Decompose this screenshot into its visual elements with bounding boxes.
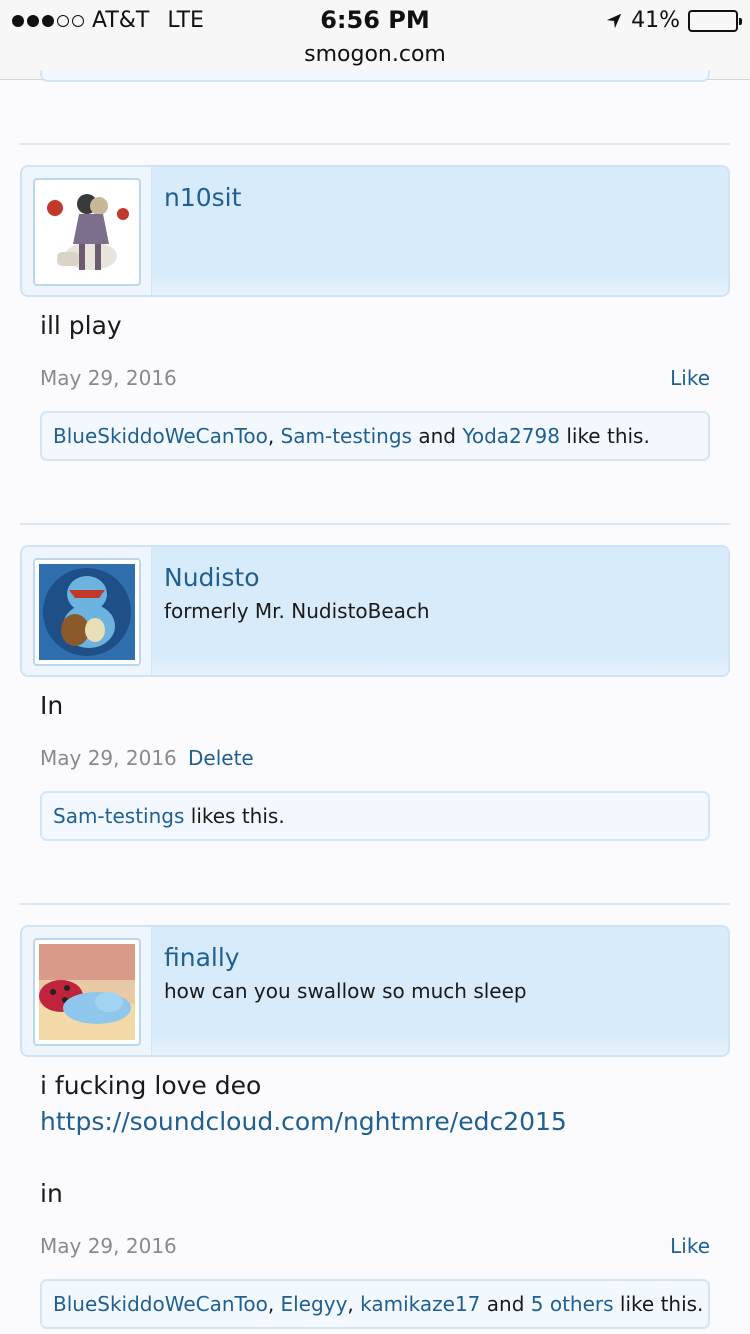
avatar-column bbox=[22, 167, 152, 295]
avatar-column bbox=[22, 927, 152, 1055]
likes-summary: BlueSkiddoWeCanToo, Sam-testings and Yod… bbox=[40, 411, 710, 461]
location-arrow-icon bbox=[606, 13, 622, 28]
post-username[interactable]: n10sit bbox=[164, 183, 241, 212]
liker-link[interactable]: kamikaze17 bbox=[360, 1292, 480, 1316]
post-message: In bbox=[40, 688, 63, 724]
likes-others-link[interactable]: 5 others bbox=[531, 1292, 614, 1316]
post-userbox: Nudisto formerly Mr. NudistoBeach bbox=[20, 545, 730, 677]
likes-joiner: and bbox=[418, 424, 456, 448]
post-userbox: n10sit bbox=[20, 165, 730, 297]
post-date[interactable]: May 29, 2016 bbox=[40, 746, 177, 770]
liker-link[interactable]: Elegyy bbox=[281, 1292, 348, 1316]
message-text: In bbox=[40, 691, 64, 720]
post-divider bbox=[20, 143, 730, 145]
post-userbox: finally how can you swallow so much slee… bbox=[20, 925, 730, 1057]
avatar[interactable] bbox=[33, 558, 141, 666]
likes-suffix: like this. bbox=[619, 1292, 704, 1316]
avatar-column bbox=[22, 547, 152, 675]
like-button[interactable]: Like bbox=[670, 1234, 710, 1258]
message-text: in bbox=[40, 1179, 63, 1208]
post-date[interactable]: May 29, 2016 bbox=[40, 1234, 177, 1258]
post-user-title: formerly Mr. NudistoBeach bbox=[164, 599, 430, 623]
likes-joiner: and bbox=[486, 1292, 525, 1316]
post-date[interactable]: May 29, 2016 bbox=[40, 366, 177, 390]
liker-link[interactable]: Sam-testings bbox=[281, 424, 412, 448]
likes-summary: BlueSkiddoWeCanToo, Elegyy, kamikaze17 a… bbox=[40, 1279, 710, 1329]
message-text: i fucking love deo bbox=[40, 1071, 262, 1100]
post-divider bbox=[20, 523, 730, 525]
like-button[interactable]: Like bbox=[670, 366, 710, 390]
avatar-image-finally bbox=[39, 944, 135, 1040]
post-username[interactable]: Nudisto bbox=[164, 563, 259, 592]
battery-percent: 41% bbox=[631, 8, 680, 33]
post-message: ill play bbox=[40, 308, 122, 344]
message-link[interactable]: https://soundcloud.com/nghtmre/edc2015 bbox=[40, 1107, 567, 1136]
previous-likes-box bbox=[40, 70, 710, 82]
avatar[interactable] bbox=[33, 938, 141, 1046]
liker-link[interactable]: BlueSkiddoWeCanToo bbox=[53, 1292, 268, 1316]
message-text: ill play bbox=[40, 311, 122, 340]
post-username[interactable]: finally bbox=[164, 943, 240, 972]
battery-icon bbox=[688, 9, 742, 32]
address-bar-url[interactable]: smogon.com bbox=[0, 42, 750, 67]
likes-summary: Sam-testings likes this. bbox=[40, 791, 710, 841]
avatar-image-n10sit bbox=[39, 184, 135, 280]
status-right: 41% bbox=[605, 8, 742, 33]
delete-button[interactable]: Delete bbox=[188, 746, 254, 770]
post-message: i fucking love deo https://soundcloud.co… bbox=[40, 1068, 567, 1212]
likes-suffix: like this. bbox=[566, 424, 650, 448]
liker-link[interactable]: BlueSkiddoWeCanToo bbox=[53, 424, 268, 448]
post-divider bbox=[20, 903, 730, 905]
post-user-title: how can you swallow so much sleep bbox=[164, 979, 527, 1003]
avatar[interactable] bbox=[33, 178, 141, 286]
liker-link[interactable]: Yoda2798 bbox=[462, 424, 560, 448]
liker-link[interactable]: Sam-testings bbox=[53, 804, 184, 828]
likes-suffix: likes this. bbox=[190, 804, 285, 828]
avatar-image-nudisto bbox=[39, 564, 135, 660]
status-bar: AT&T LTE 6:56 PM smogon.com 41% bbox=[0, 0, 750, 80]
